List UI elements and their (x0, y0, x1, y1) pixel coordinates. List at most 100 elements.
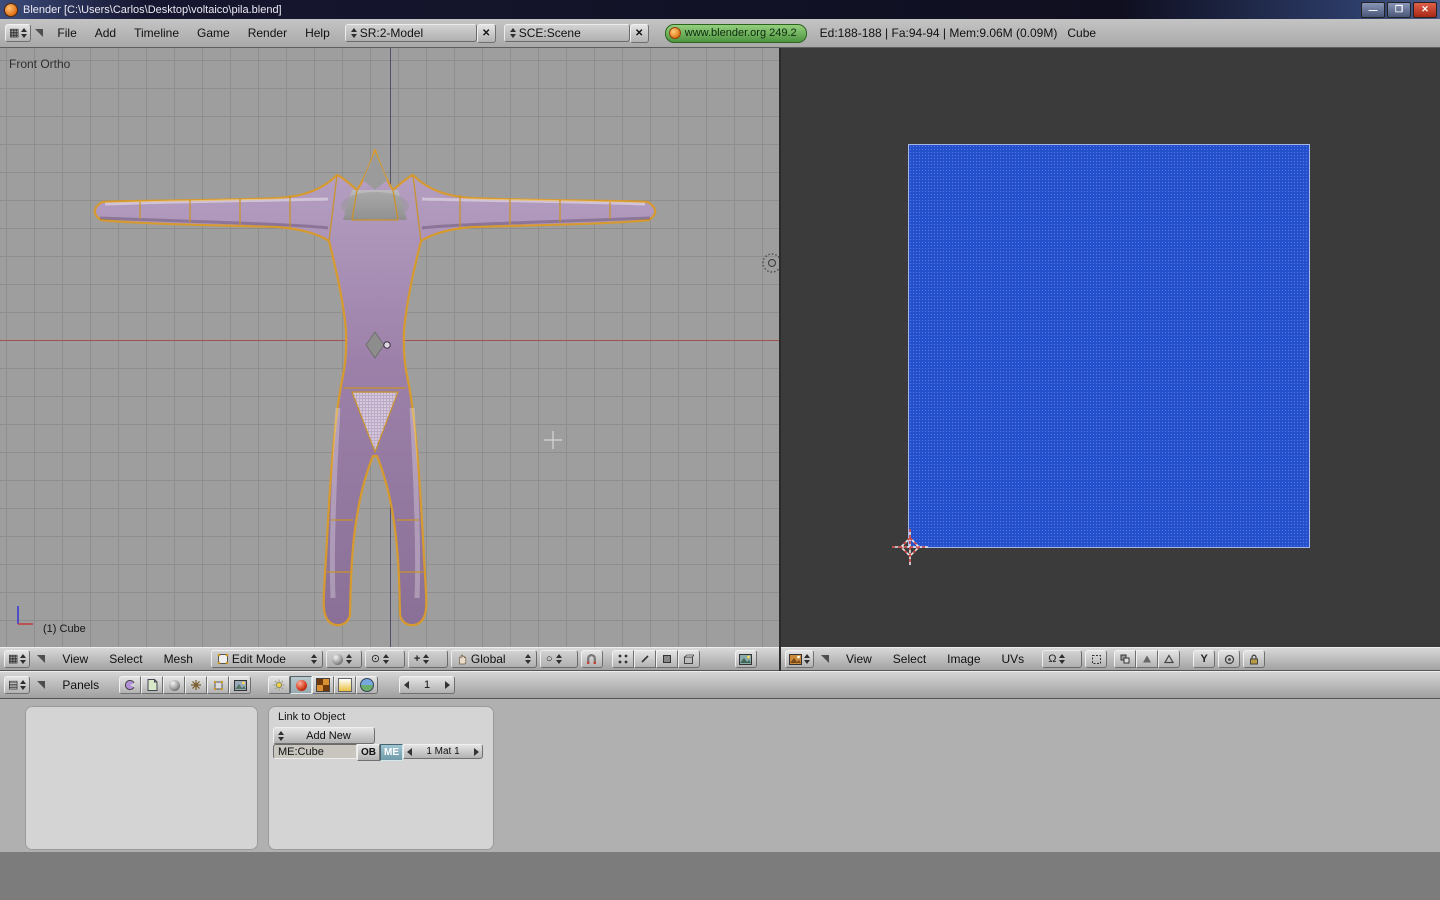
buttons-window-type-button[interactable]: ▤ (4, 676, 31, 694)
image-editor-window-icon (789, 653, 802, 665)
blender-app-icon (4, 2, 18, 17)
window-title: Blender [C:\Users\Carlos\Desktop\voltaic… (23, 3, 282, 16)
close-button[interactable]: ✕ (1413, 1, 1437, 18)
mode-dropdown[interactable]: Edit Mode (210, 650, 323, 668)
uv-image-editor-canvas[interactable] (781, 48, 1440, 647)
frame-decrement-icon[interactable] (404, 681, 410, 689)
lamp-icon (273, 679, 285, 691)
window-type-button[interactable]: ▦ (5, 24, 32, 42)
material-prev-icon[interactable] (407, 747, 412, 756)
draw-type-dropdown[interactable] (325, 650, 362, 668)
world-buttons-button[interactable] (356, 676, 379, 694)
menu-help[interactable]: Help (296, 26, 339, 40)
scene-selector[interactable]: SCE:Scene (503, 24, 630, 42)
screen-selector-value: SR:2-Model (359, 26, 424, 40)
header-collapse-icon[interactable] (37, 681, 46, 689)
link-to-object-panel: Link to Object Add New ME:Cube OB ME 1 M… (268, 706, 494, 850)
radiosity-buttons-button[interactable] (334, 676, 357, 694)
menu-image[interactable]: Image (938, 652, 989, 666)
updown-arrows-icon (383, 654, 390, 664)
material-index-field[interactable]: 1 Mat 1 (403, 744, 483, 759)
lock-icon (1249, 654, 1259, 665)
menu-mesh[interactable]: Mesh (155, 652, 202, 666)
uv-face-select-button[interactable] (1158, 650, 1181, 668)
stitch-tool-button[interactable]: Y (1193, 650, 1216, 668)
snap-button[interactable] (580, 650, 603, 668)
occlude-cube-icon (683, 654, 695, 665)
menu-add[interactable]: Add (86, 26, 125, 40)
menu-game[interactable]: Game (188, 26, 239, 40)
proportional-edit-dropdown[interactable]: ○ (539, 650, 578, 668)
menu-render[interactable]: Render (239, 26, 296, 40)
updown-arrows-icon (1059, 654, 1066, 664)
edge-select-button[interactable] (633, 650, 656, 668)
header-collapse-icon[interactable] (821, 655, 829, 663)
menu-view[interactable]: View (837, 652, 881, 666)
scene-context-button[interactable] (229, 676, 252, 694)
updown-arrows-icon (509, 28, 516, 38)
screen-selector[interactable]: SR:2-Model (344, 24, 477, 42)
vertex-select-button[interactable] (611, 650, 634, 668)
script-context-button[interactable] (141, 676, 164, 694)
orientation-dropdown[interactable]: Global (450, 650, 537, 668)
mesh-name-field[interactable]: ME:Cube (273, 744, 357, 759)
menu-select[interactable]: Select (884, 652, 935, 666)
minimize-button[interactable]: — (1361, 1, 1385, 18)
updown-arrows-icon (310, 654, 317, 664)
object-context-button[interactable] (185, 676, 208, 694)
pivot-dropdown[interactable]: ⊙ (364, 650, 405, 668)
frame-increment-icon[interactable] (445, 681, 451, 689)
menu-uvs[interactable]: UVs (993, 652, 1034, 666)
add-new-label: Add New (306, 729, 351, 742)
panel-title: Link to Object (278, 711, 346, 723)
face-select-button[interactable] (655, 650, 678, 668)
occlude-geometry-button[interactable] (677, 650, 700, 668)
menu-collapse-icon[interactable] (35, 29, 44, 37)
vertex-select-icon (618, 654, 628, 664)
uv-sync-select-button[interactable] (1114, 650, 1137, 668)
script-icon (147, 679, 158, 691)
menu-timeline[interactable]: Timeline (125, 26, 188, 40)
updown-arrows-icon (350, 28, 357, 38)
active-object-label: (1) Cube (43, 623, 86, 635)
frame-number-field[interactable]: 1 (399, 676, 456, 694)
menu-panels[interactable]: Panels (53, 678, 108, 692)
shading-context-button[interactable] (163, 676, 186, 694)
titlebar: Blender [C:\Users\Carlos\Desktop\voltaic… (0, 0, 1440, 19)
uv-vertex-select-button[interactable] (1136, 650, 1159, 668)
triangle-outline-icon (1164, 654, 1175, 664)
update-lock-button[interactable] (1243, 650, 1266, 668)
screen-delete-button[interactable]: ✕ (476, 23, 496, 43)
editing-context-button[interactable] (207, 676, 230, 694)
uv-window-type-button[interactable] (785, 650, 814, 668)
add-new-material-button[interactable]: Add New (273, 727, 375, 744)
buttons-window-icon: ▤ (8, 678, 19, 691)
link-ob-button[interactable]: OB (357, 744, 380, 761)
menu-select[interactable]: Select (100, 652, 151, 666)
uv-pivot-dropdown[interactable]: Ω (1042, 650, 1083, 668)
buttons-workspace[interactable]: Link to Object Add New ME:Cube OB ME 1 M… (0, 699, 1440, 852)
logic-context-button[interactable] (119, 676, 142, 694)
window-bottom-area (0, 852, 1440, 900)
clone-brush-button[interactable] (1218, 650, 1241, 668)
updown-arrows-icon (423, 654, 430, 664)
manipulator-dropdown[interactable]: + (407, 650, 448, 668)
uv-map-square[interactable] (908, 144, 1310, 548)
material-buttons-button[interactable] (290, 676, 313, 694)
viewport-3d-canvas[interactable]: Front Ortho (1) Cube (0, 48, 779, 647)
menu-file[interactable]: File (48, 26, 85, 40)
uv-select-region-button[interactable] (1085, 650, 1108, 668)
updown-arrows-icon (345, 654, 352, 664)
render-preview-button[interactable] (734, 650, 757, 668)
lamp-buttons-button[interactable] (268, 676, 291, 694)
view3d-window-type-button[interactable]: ▦ (4, 650, 31, 668)
header-collapse-icon[interactable] (37, 655, 46, 663)
restore-button[interactable]: ❐ (1387, 1, 1411, 18)
scene-delete-button[interactable]: ✕ (629, 23, 649, 43)
window-controls: — ❐ ✕ (1361, 1, 1440, 18)
menu-view[interactable]: View (53, 652, 97, 666)
texture-buttons-button[interactable] (312, 676, 335, 694)
radiosity-icon (338, 678, 353, 692)
material-next-icon[interactable] (473, 747, 479, 756)
link-me-button[interactable]: ME (380, 744, 403, 761)
